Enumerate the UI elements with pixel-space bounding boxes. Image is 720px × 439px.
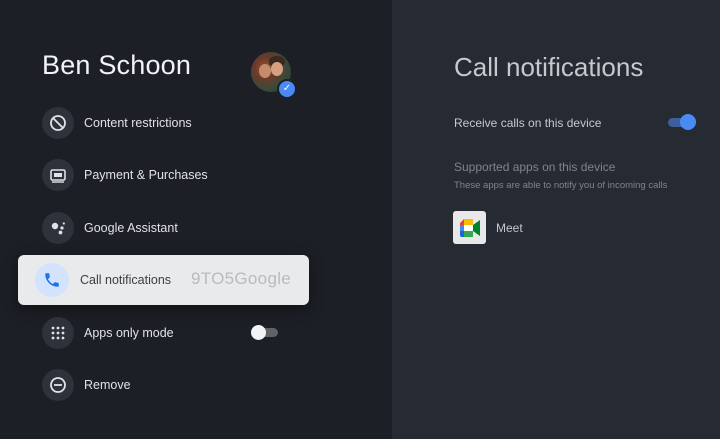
menu-item-label: Remove: [84, 378, 131, 392]
check-icon: ✓: [277, 79, 297, 99]
apps-only-mode-toggle[interactable]: [251, 325, 278, 340]
profile-name: Ben Schoon: [42, 50, 192, 80]
menu-item-label: Call notifications: [80, 273, 172, 287]
menu-item-label: Apps only mode: [84, 326, 174, 340]
payment-icon: [42, 159, 74, 191]
menu-item-label: Google Assistant: [84, 221, 178, 235]
phone-icon: [35, 263, 69, 297]
block-icon: [42, 107, 74, 139]
watermark: 9TO5Google: [191, 269, 292, 288]
google-meet-icon: [453, 211, 486, 244]
supported-apps-title: Supported apps on this device: [454, 160, 616, 174]
assistant-icon: [42, 212, 74, 244]
menu-item-payment-purchases[interactable]: Payment & Purchases: [42, 157, 208, 193]
menu-item-label: Payment & Purchases: [84, 168, 208, 182]
app-item-meet[interactable]: Meet: [453, 211, 523, 244]
toggle-thumb: [680, 114, 696, 130]
menu-item-remove[interactable]: Remove: [42, 367, 131, 403]
menu-item-content-restrictions[interactable]: Content restrictions: [42, 105, 192, 141]
supported-apps-subtitle: These apps are able to notify you of inc…: [454, 180, 668, 191]
page-title: Call notifications: [454, 52, 644, 82]
menu-item-apps-only-mode[interactable]: Apps only mode: [42, 315, 174, 351]
remove-icon: [42, 369, 74, 401]
menu-item-google-assistant[interactable]: Google Assistant: [42, 210, 178, 246]
apps-grid-icon: [42, 317, 74, 349]
receive-calls-toggle[interactable]: [668, 114, 696, 130]
app-label: Meet: [496, 220, 523, 235]
receive-calls-label: Receive calls on this device: [454, 116, 602, 130]
toggle-thumb: [251, 325, 266, 340]
menu-item-label: Content restrictions: [84, 116, 192, 130]
